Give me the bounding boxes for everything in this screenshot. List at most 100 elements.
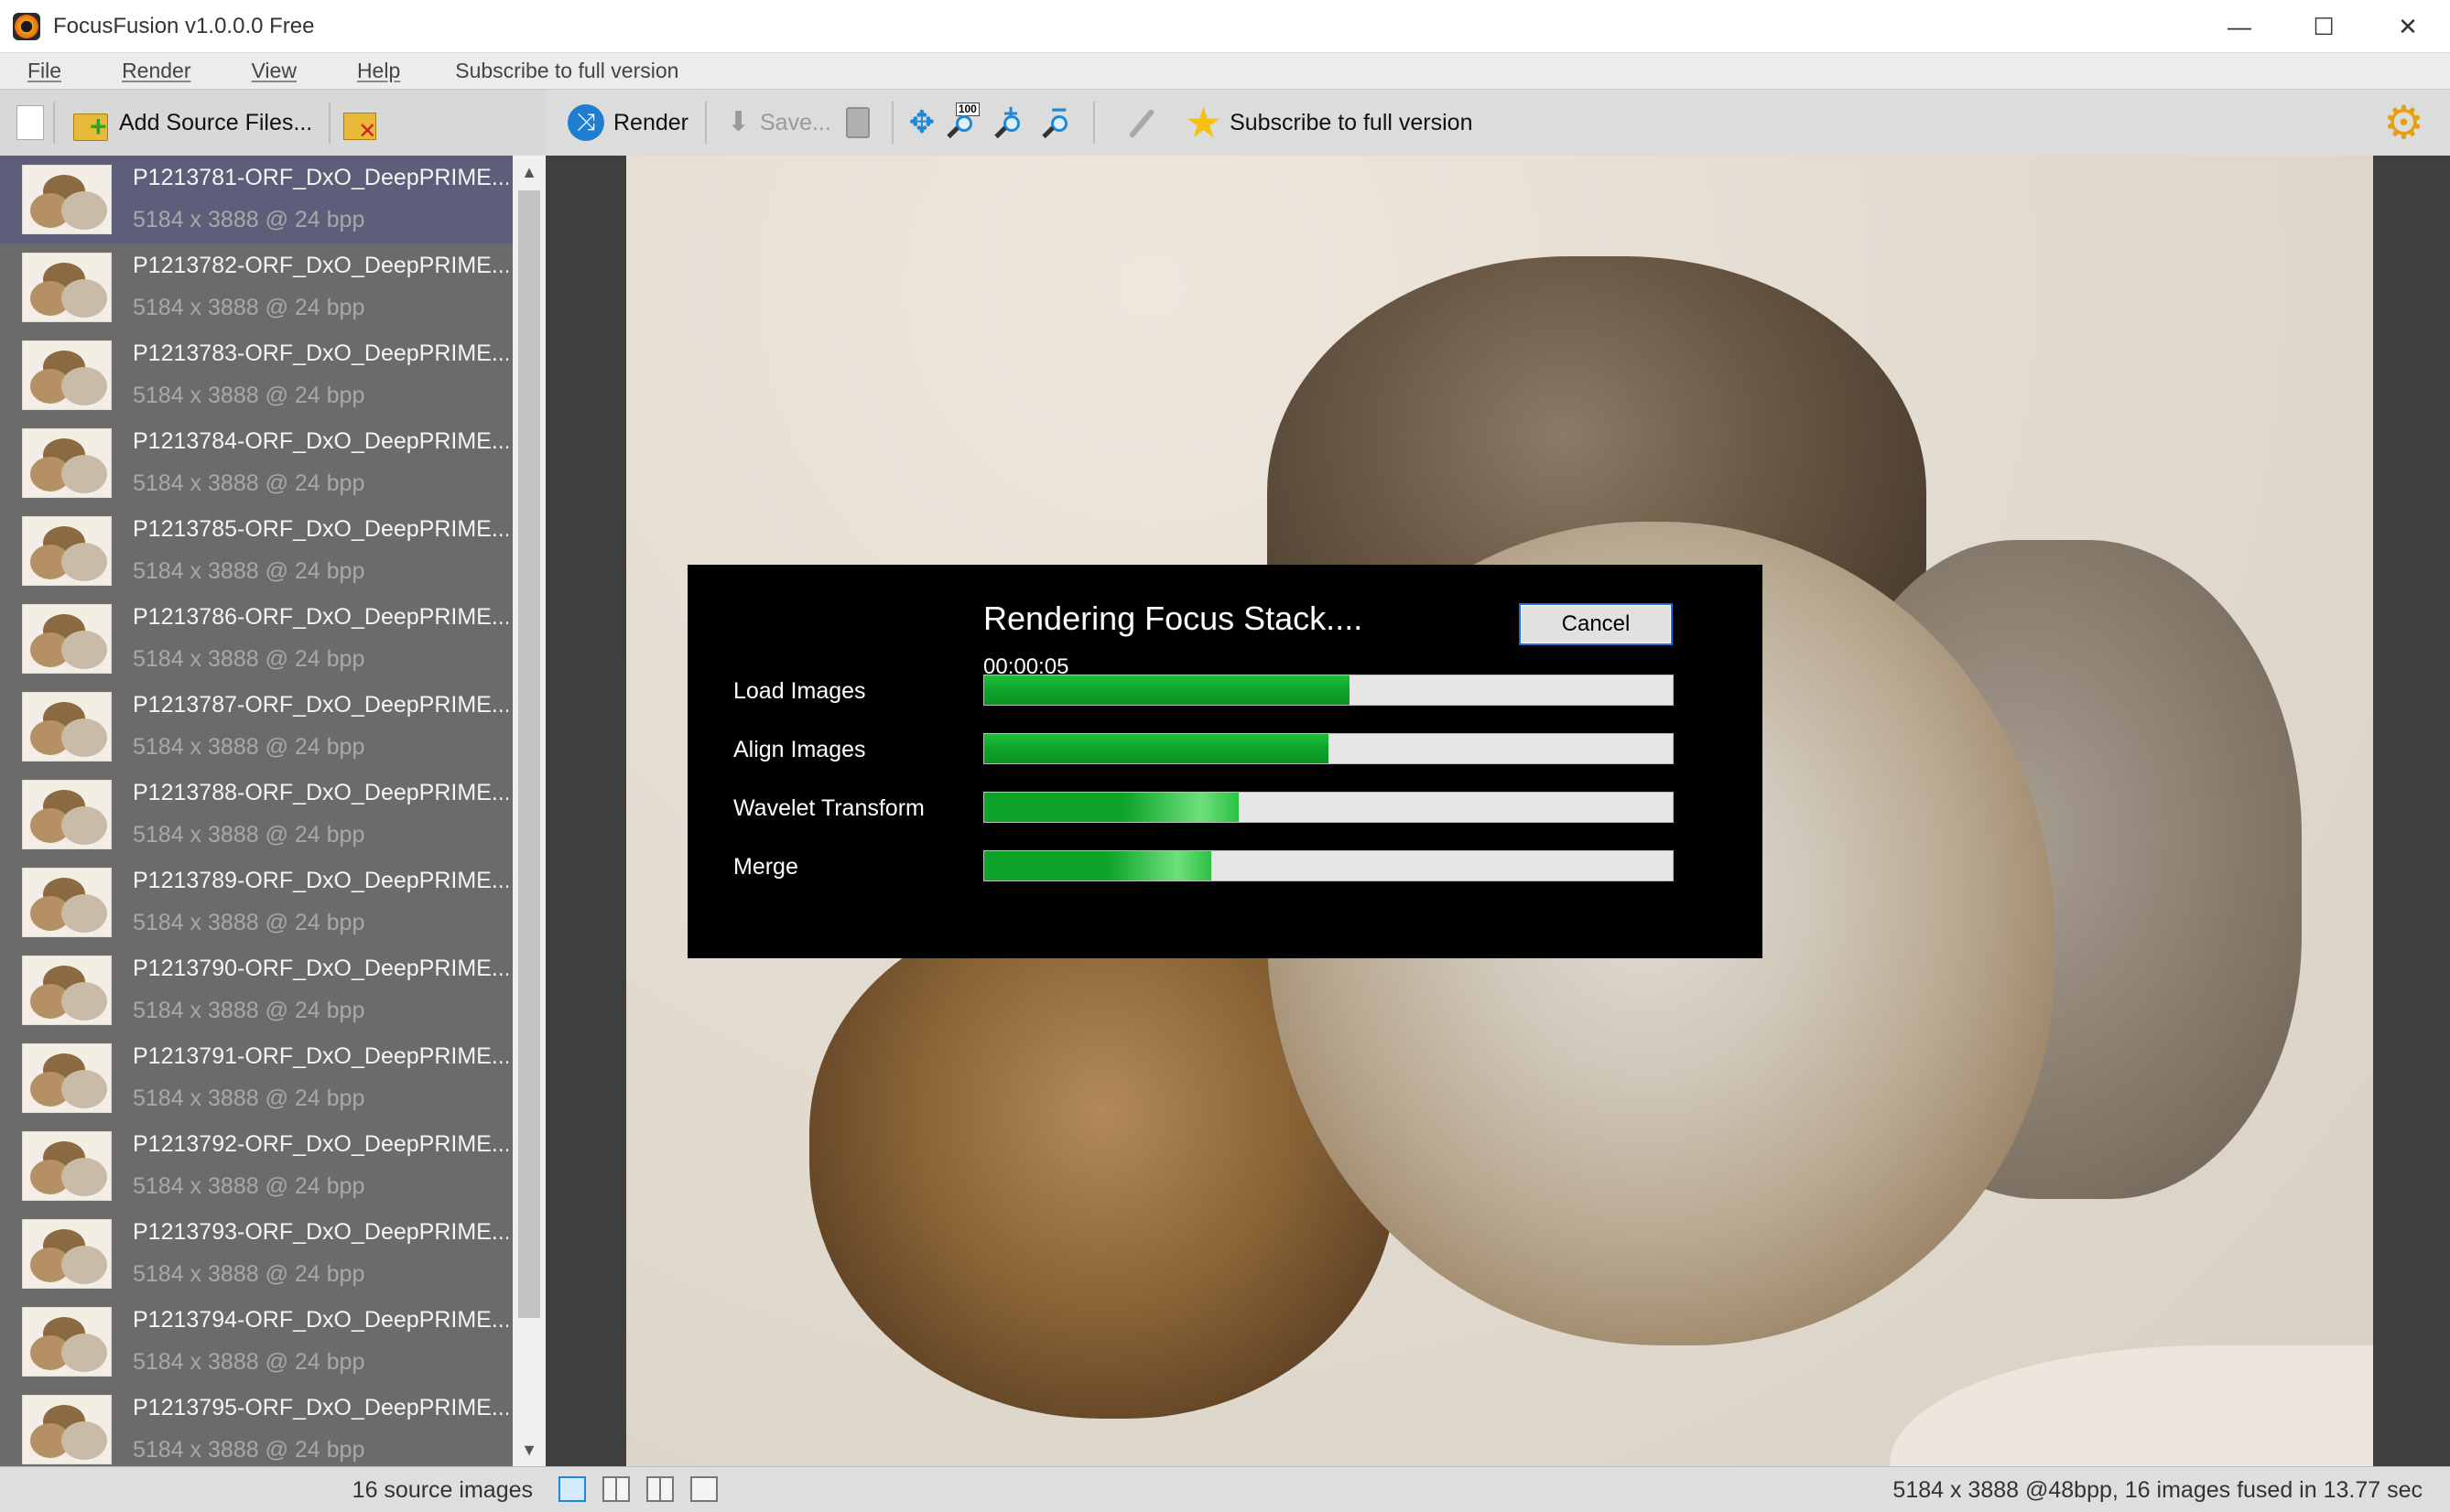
file-list-item[interactable]: P1213785-ORF_DxO_DeepPRIME.... 5184 x 388…: [0, 507, 513, 595]
add-source-files-label: Add Source Files...: [119, 109, 313, 135]
file-list-item[interactable]: P1213795-ORF_DxO_DeepPRIME.... 5184 x 388…: [0, 1386, 513, 1466]
render-button[interactable]: ⤨ Render: [560, 97, 696, 148]
window-title: FocusFusion v1.0.0.0 Free: [53, 13, 315, 38]
file-list-item[interactable]: P1213790-ORF_DxO_DeepPRIME.... 5184 x 388…: [0, 946, 513, 1034]
view-mode-buttons: [558, 1476, 734, 1502]
gear-icon[interactable]: ⚙: [2383, 100, 2424, 146]
close-button[interactable]: ✕: [2366, 0, 2450, 53]
file-list-item[interactable]: P1213794-ORF_DxO_DeepPRIME.... 5184 x 388…: [0, 1298, 513, 1386]
file-list-item[interactable]: P1213793-ORF_DxO_DeepPRIME.... 5184 x 388…: [0, 1210, 513, 1298]
toolbar-separator: [705, 102, 707, 144]
single-view-icon[interactable]: [558, 1476, 586, 1502]
remove-files-icon[interactable]: [340, 103, 380, 145]
file-list-item[interactable]: P1213784-ORF_DxO_DeepPRIME.... 5184 x 388…: [0, 419, 513, 507]
file-thumbnail: [22, 780, 112, 849]
render-progress-dialog: Rendering Focus Stack.... 00:00:05 Cance…: [688, 565, 1762, 958]
file-dimensions: 5184 x 3888 @ 24 bpp: [133, 1261, 365, 1287]
fit-to-window-icon[interactable]: ✥: [903, 103, 941, 142]
file-list-item[interactable]: P1213782-ORF_DxO_DeepPRIME.... 5184 x 388…: [0, 243, 513, 331]
toolbar-separator: [1092, 102, 1095, 144]
save-label: Save...: [760, 109, 831, 135]
file-name: P1213793-ORF_DxO_DeepPRIME....: [133, 1219, 508, 1245]
file-list-item[interactable]: P1213786-ORF_DxO_DeepPRIME.... 5184 x 388…: [0, 595, 513, 683]
zoom-out-icon[interactable]: −: [1038, 95, 1082, 143]
new-project-icon[interactable]: [16, 105, 44, 140]
brush-icon[interactable]: [1122, 104, 1159, 141]
toolbar-separator: [53, 102, 55, 144]
subscribe-button[interactable]: ★ Subscribe to full version: [1177, 97, 1480, 148]
file-dimensions: 5184 x 3888 @ 24 bpp: [133, 470, 365, 496]
file-thumbnail: [22, 340, 112, 410]
menu-render[interactable]: Render: [122, 59, 190, 83]
file-thumbnail: [22, 165, 112, 234]
file-dimensions: 5184 x 3888 @ 24 bpp: [133, 1085, 365, 1111]
cancel-button[interactable]: Cancel: [1519, 603, 1673, 645]
scroll-down-arrow-icon[interactable]: ▼: [513, 1433, 546, 1466]
compare-view-icon[interactable]: [646, 1476, 674, 1502]
result-view-icon[interactable]: [690, 1476, 718, 1502]
file-list-item[interactable]: P1213783-ORF_DxO_DeepPRIME.... 5184 x 388…: [0, 331, 513, 419]
file-dimensions: 5184 x 3888 @ 24 bpp: [133, 734, 365, 760]
zoom-in-icon[interactable]: +: [991, 99, 1035, 143]
file-thumbnail: [22, 868, 112, 937]
file-dimensions: 5184 x 3888 @ 24 bpp: [133, 646, 365, 672]
scroll-up-arrow-icon[interactable]: ▲: [513, 156, 546, 189]
file-dimensions: 5184 x 3888 @ 24 bpp: [133, 1173, 365, 1199]
toolbar-separator: [329, 102, 331, 144]
file-name: P1213787-ORF_DxO_DeepPRIME....: [133, 692, 508, 718]
file-dimensions: 5184 x 3888 @ 24 bpp: [133, 1437, 365, 1463]
file-thumbnail: [22, 956, 112, 1025]
source-toolbar: Add Source Files...: [0, 90, 546, 156]
star-icon: ★: [1184, 99, 1223, 146]
file-dimensions: 5184 x 3888 @ 24 bpp: [133, 998, 365, 1023]
file-list-item[interactable]: P1213792-ORF_DxO_DeepPRIME.... 5184 x 388…: [0, 1122, 513, 1210]
split-view-icon[interactable]: [602, 1476, 630, 1502]
file-thumbnail: [22, 1307, 112, 1377]
maximize-button[interactable]: ☐: [2282, 0, 2366, 53]
menu-help[interactable]: Help: [357, 59, 400, 83]
render-toolbar: ⤨ Render ⬇ Save... ✥ 100 + − ★ Subscribe…: [546, 90, 2450, 156]
file-list-item[interactable]: P1213787-ORF_DxO_DeepPRIME.... 5184 x 388…: [0, 683, 513, 771]
status-bar: 16 source images 5184 x 3888 @48bpp, 16 …: [0, 1466, 2450, 1512]
download-arrow-icon: ⬇: [727, 107, 751, 137]
window-controls: — ☐ ✕: [2197, 0, 2450, 53]
menu-file[interactable]: File: [27, 59, 61, 83]
menu-subscribe[interactable]: Subscribe to full version: [455, 59, 678, 83]
file-thumbnail: [22, 428, 112, 498]
file-name: P1213781-ORF_DxO_DeepPRIME....: [133, 165, 508, 190]
menu-view[interactable]: View: [252, 59, 297, 83]
file-name: P1213786-ORF_DxO_DeepPRIME....: [133, 604, 508, 630]
file-name: P1213792-ORF_DxO_DeepPRIME....: [133, 1131, 508, 1157]
toolbar: Add Source Files... ⤨ Render ⬇ Save... ✥…: [0, 90, 2450, 156]
dialog-title: Rendering Focus Stack....: [983, 599, 1363, 637]
add-source-files-button[interactable]: Add Source Files...: [64, 97, 320, 148]
file-dimensions: 5184 x 3888 @ 24 bpp: [133, 383, 365, 408]
file-list-item[interactable]: P1213789-ORF_DxO_DeepPRIME.... 5184 x 388…: [0, 859, 513, 946]
stage-progress-fill: [984, 851, 1212, 880]
file-list-item[interactable]: P1213788-ORF_DxO_DeepPRIME.... 5184 x 388…: [0, 771, 513, 859]
source-file-list: P1213781-ORF_DxO_DeepPRIME.... 5184 x 388…: [0, 156, 513, 1466]
minimize-button[interactable]: —: [2197, 0, 2282, 53]
stage-progress-bar: [983, 850, 1674, 881]
scrollbar-thumb[interactable]: [518, 190, 540, 1318]
file-name: P1213794-ORF_DxO_DeepPRIME....: [133, 1307, 508, 1333]
file-list-scrollbar[interactable]: ▲ ▼: [513, 156, 546, 1466]
file-thumbnail: [22, 604, 112, 674]
file-name: P1213782-ORF_DxO_DeepPRIME....: [133, 253, 508, 278]
file-name: P1213790-ORF_DxO_DeepPRIME....: [133, 956, 508, 981]
toolbar-separator: [891, 102, 894, 144]
zoom-100-tag: 100: [955, 103, 980, 116]
file-thumbnail: [22, 516, 112, 586]
file-dimensions: 5184 x 3888 @ 24 bpp: [133, 207, 365, 232]
zoom-100-icon[interactable]: 100: [943, 103, 987, 143]
save-button[interactable]: ⬇ Save...: [716, 97, 839, 148]
file-list-item[interactable]: P1213781-ORF_DxO_DeepPRIME.... 5184 x 388…: [0, 156, 513, 243]
stage-label: Merge: [733, 854, 798, 880]
render-label: Render: [613, 109, 688, 135]
app-logo-icon: [13, 12, 40, 40]
file-thumbnail: [22, 1219, 112, 1289]
clipboard-icon[interactable]: [845, 107, 870, 138]
file-name: P1213789-ORF_DxO_DeepPRIME....: [133, 868, 508, 893]
stage-label: Wavelet Transform: [733, 795, 925, 821]
file-list-item[interactable]: P1213791-ORF_DxO_DeepPRIME.... 5184 x 388…: [0, 1034, 513, 1122]
